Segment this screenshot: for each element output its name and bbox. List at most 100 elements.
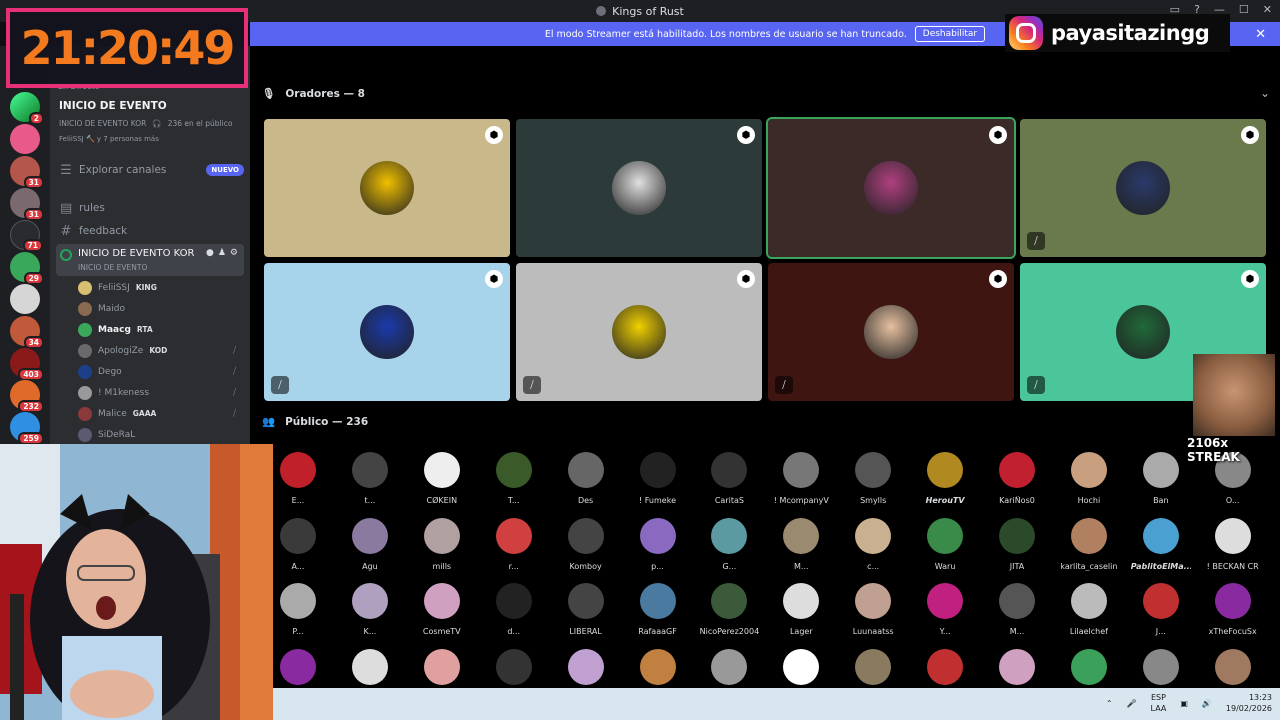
audience-member[interactable]: ! BECKAN CR [1203, 517, 1263, 571]
speaker-tile[interactable]: ⬢ [766, 117, 1016, 259]
member-item[interactable]: Dego ⧸ [78, 362, 244, 381]
server-icon-1[interactable]: 2 [10, 92, 44, 125]
stage-channel-active[interactable]: INICIO DE EVENTO KOR INICIO DE EVENTO ● … [56, 244, 244, 276]
speaker-tile[interactable]: ⬢ ⧸ [264, 263, 510, 401]
audience-member[interactable]: M... [771, 517, 831, 571]
close-icon[interactable]: ✕ [1255, 27, 1266, 42]
audience-member[interactable]: NicoPerez2004 [699, 583, 759, 636]
audience-member[interactable] [1203, 648, 1263, 693]
audience-member[interactable]: T... [484, 452, 544, 505]
audience-member[interactable] [268, 648, 328, 693]
member-item[interactable]: Malice GAAA ⧸ [78, 404, 244, 423]
audience-member[interactable]: Smylls [843, 452, 903, 505]
audience-member[interactable]: ! Fumeke [628, 452, 688, 505]
audience-member[interactable]: Luunaatss [843, 583, 903, 636]
server-icon-9[interactable]: 403 [10, 348, 44, 381]
member-item[interactable]: ! M1keness ⧸ [78, 383, 244, 402]
audience-member[interactable] [1131, 648, 1191, 693]
audience-member[interactable]: RafaaaGF [628, 583, 688, 636]
audience-member[interactable] [771, 648, 831, 693]
member-item[interactable]: Maido [78, 299, 244, 318]
audience-member[interactable]: Komboy [556, 517, 616, 571]
audience-member[interactable]: mills [412, 517, 472, 571]
audience-member[interactable]: CosmeTV [412, 583, 472, 636]
audience-member[interactable] [484, 648, 544, 693]
speaker-tile[interactable]: ⬢ ⧸ [768, 263, 1014, 401]
audience-member[interactable]: c... [843, 517, 903, 571]
microphone-icon[interactable]: 🎤 [1127, 699, 1137, 708]
channel-rules[interactable]: ▤ rules [56, 198, 244, 218]
audience-member[interactable] [412, 648, 472, 693]
disable-streamer-button[interactable]: Deshabilitar [914, 26, 986, 42]
audience-member[interactable] [915, 648, 975, 693]
audience-member[interactable]: p... [628, 517, 688, 571]
audience-member[interactable] [340, 648, 400, 693]
server-icon-11[interactable]: 259 [10, 412, 44, 445]
audience-member[interactable]: A... [268, 517, 328, 571]
server-icon-7[interactable] [10, 284, 40, 314]
gear-icon[interactable]: ⚙ [230, 248, 238, 258]
audience-member[interactable]: LIBERAL [556, 583, 616, 636]
speaker-tile[interactable]: ⬢ ⧸ [1020, 119, 1266, 257]
audience-member[interactable]: karlita_caselin [1059, 517, 1119, 571]
audience-member[interactable] [987, 648, 1047, 693]
server-icon-6[interactable]: 29 [10, 252, 44, 285]
audience-member[interactable] [628, 648, 688, 693]
speaker-tile[interactable]: ⬢ [264, 119, 510, 257]
chevron-up-icon[interactable]: ⌃ [1106, 699, 1113, 708]
audience-member[interactable]: JITA [987, 517, 1047, 571]
audience-member[interactable]: d... [484, 583, 544, 636]
member-item[interactable]: SiDeRaL [78, 425, 244, 444]
member-item[interactable]: ApologiZe KOD ⧸ [78, 341, 244, 360]
invite-icon[interactable]: ♟ [218, 248, 226, 258]
network-icon[interactable]: ▣ [1180, 699, 1188, 708]
audience-member[interactable] [1059, 648, 1119, 693]
audience-member[interactable]: t... [340, 452, 400, 505]
audience-member[interactable] [699, 648, 759, 693]
member-item[interactable]: FeliiSSJ KING [78, 278, 244, 297]
server-icon-3[interactable]: 31 [10, 156, 44, 189]
audience-member[interactable]: Waru [915, 517, 975, 571]
audience-member[interactable]: G... [699, 517, 759, 571]
chevron-down-icon[interactable]: ⌄ [1260, 86, 1270, 100]
server-icon-5[interactable]: 71 [10, 220, 43, 252]
audience-member[interactable]: Lilaelchef [1059, 583, 1119, 636]
input-language[interactable]: ESP LAA [1151, 692, 1167, 714]
explore-channels[interactable]: ☰ Explorar canales NUEVO [56, 160, 244, 180]
chat-icon[interactable]: ● [206, 248, 214, 258]
audience-member[interactable]: Lager [771, 583, 831, 636]
audience-member[interactable]: r... [484, 517, 544, 571]
server-icon-10[interactable]: 232 [10, 380, 44, 413]
audience-member[interactable]: CØKEIN [412, 452, 472, 505]
audience-member[interactable]: Ban [1131, 452, 1191, 505]
audience-member[interactable]: ! McompanyV [771, 452, 831, 505]
audience-member[interactable]: CaritaS [699, 452, 759, 505]
audience-member[interactable]: Y... [915, 583, 975, 636]
server-icon-8[interactable]: 34 [10, 316, 44, 349]
audience-member[interactable]: Des [556, 452, 616, 505]
audience-member[interactable]: J... [1131, 583, 1191, 636]
volume-icon[interactable]: 🔊 [1202, 699, 1212, 708]
audience-member[interactable]: E... [268, 452, 328, 505]
system-clock[interactable]: 13:23 19/02/2026 [1226, 692, 1272, 714]
audience-member[interactable] [843, 648, 903, 693]
audience-member[interactable]: KariÑos0 [987, 452, 1047, 505]
audience-member[interactable]: P... [268, 583, 328, 636]
audience-member[interactable]: Hochi [1059, 452, 1119, 505]
member-item[interactable]: Maacg RTA [78, 320, 244, 339]
audience-member[interactable]: HerouTV [915, 452, 975, 505]
close-window-button[interactable]: ✕ [1263, 3, 1272, 16]
audience-member[interactable]: K... [340, 583, 400, 636]
speaker-tile[interactable]: ⬢ [516, 119, 762, 257]
audience-member[interactable] [556, 648, 616, 693]
audience-member[interactable]: M... [987, 583, 1047, 636]
audience-member[interactable]: xTheFocuSx [1203, 583, 1263, 636]
event-title[interactable]: INICIO DE EVENTO [59, 100, 167, 112]
channel-feedback[interactable]: # feedback [56, 221, 244, 241]
maximize-button[interactable]: ☐ [1239, 3, 1249, 16]
audience-member[interactable]: PablitoElMa... [1131, 517, 1191, 571]
server-icon-2[interactable] [10, 124, 40, 154]
server-icon-4[interactable]: 31 [10, 188, 44, 221]
audience-member[interactable]: Agu [340, 517, 400, 571]
speaker-tile[interactable]: ⬢ ⧸ [516, 263, 762, 401]
